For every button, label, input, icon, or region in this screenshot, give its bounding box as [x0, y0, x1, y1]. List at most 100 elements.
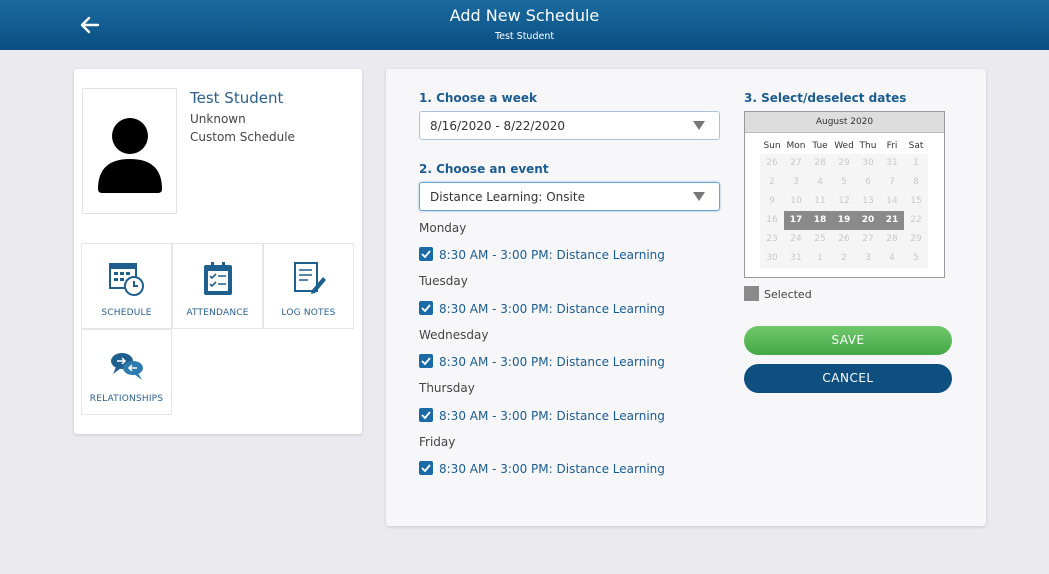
calendar-week-row: 26 27 28 29 30 31 1 — [760, 154, 928, 173]
weekday-label: Sat — [908, 141, 924, 151]
weekday-label: Fri — [886, 141, 898, 151]
calendar-day[interactable]: 30 — [760, 249, 784, 268]
calendar-day[interactable]: 13 — [856, 192, 880, 211]
calendar-day[interactable]: 10 — [784, 192, 808, 211]
week-section-label: 1. Choose a week — [419, 91, 538, 105]
tile-attendance[interactable]: ATTENDANCE — [172, 243, 263, 329]
calendar-month: August 2020 — [745, 112, 944, 133]
calendar-day[interactable]: 27 — [856, 230, 880, 249]
calendar-day[interactable]: 1 — [904, 154, 928, 173]
tile-log-notes[interactable]: LOG NOTES — [263, 243, 354, 329]
calendar-day[interactable]: 1 — [808, 249, 832, 268]
calendar-day[interactable]: 28 — [880, 230, 904, 249]
calendar-day[interactable]: 4 — [808, 173, 832, 192]
calendar-day[interactable]: 2 — [760, 173, 784, 192]
app-header: Add New Schedule Test Student — [0, 0, 1049, 50]
event-section-label: 2. Choose an event — [419, 162, 549, 176]
event-text: 8:30 AM - 3:00 PM: Distance Learning — [439, 462, 665, 476]
calendar-week-row: 23 24 25 26 27 28 29 — [760, 230, 928, 249]
tile-attendance-label: ATTENDANCE — [186, 308, 249, 318]
calendar-day[interactable]: 30 — [856, 154, 880, 173]
page-subtitle: Test Student — [494, 31, 555, 42]
week-select[interactable]: 8/16/2020 - 8/22/2020 — [419, 111, 720, 140]
calendar-day-selected[interactable]: 17 — [784, 211, 808, 230]
cancel-button[interactable]: CANCEL — [744, 364, 952, 393]
calendar-day[interactable]: 4 — [880, 249, 904, 268]
event-text: 8:30 AM - 3:00 PM: Distance Learning — [439, 248, 665, 262]
calendar-day-selected[interactable]: 20 — [856, 211, 880, 230]
calendar-day[interactable]: 25 — [808, 230, 832, 249]
calendar-day[interactable]: 23 — [760, 230, 784, 249]
tile-relationships[interactable]: RELATIONSHIPS — [81, 329, 172, 415]
calendar-weeks: 26 27 28 29 30 31 1 2 3 4 5 6 7 8 9 10 11 12 13 14 15 16 17 18 1… — [760, 154, 928, 268]
calendar-day[interactable]: 7 — [880, 173, 904, 192]
avatar — [82, 88, 177, 214]
legend-label: Selected — [764, 288, 812, 301]
event-text: 8:30 AM - 3:00 PM: Distance Learning — [439, 409, 665, 423]
calendar-day[interactable]: 22 — [904, 211, 928, 230]
day-label-thursday: Thursday — [419, 381, 475, 395]
calendar-day-selected[interactable]: 18 — [808, 211, 832, 230]
checkbox-checked-icon — [419, 301, 433, 315]
week-select-value: 8/16/2020 - 8/22/2020 — [430, 119, 566, 133]
student-card: Test Student Unknown Custom Schedule SCH… — [74, 69, 362, 434]
event-select-value: Distance Learning: Onsite — [430, 190, 585, 204]
calendar-day-selected[interactable]: 19 — [832, 211, 856, 230]
date-picker: August 2020 Sun Mon Tue Wed Thu Fri Sat 26 27 28… — [744, 111, 945, 278]
event-select[interactable]: Distance Learning: Onsite — [419, 182, 720, 211]
day-label-wednesday: Wednesday — [419, 328, 489, 342]
weekday-label: Tue — [812, 141, 828, 151]
weekday-label: Sun — [763, 141, 781, 151]
calendar-day[interactable]: 27 — [784, 154, 808, 173]
calendar-day[interactable]: 5 — [832, 173, 856, 192]
log-notes-icon — [264, 260, 353, 302]
calendar-day[interactable]: 15 — [904, 192, 928, 211]
page-title: Add New Schedule — [449, 6, 600, 25]
calendar-day[interactable]: 29 — [904, 230, 928, 249]
tile-schedule-label: SCHEDULE — [101, 308, 152, 318]
tile-relationships-label: RELATIONSHIPS — [89, 394, 164, 404]
calendar-grid: Sun Mon Tue Wed Thu Fri Sat 26 27 28 29 30 31 1 2 3 4 5 6… — [760, 138, 928, 268]
legend-swatch — [744, 286, 759, 301]
calendar-day[interactable]: 14 — [880, 192, 904, 211]
chevron-down-icon — [693, 121, 705, 130]
checkbox-checked-icon — [419, 354, 433, 368]
calendar-day[interactable]: 3 — [856, 249, 880, 268]
weekday-label: Mon — [786, 141, 806, 151]
checkbox-checked-icon — [419, 408, 433, 422]
calendar-day[interactable]: 16 — [760, 211, 784, 230]
calendar-day[interactable]: 2 — [832, 249, 856, 268]
calendar-day[interactable]: 11 — [808, 192, 832, 211]
calendar-day[interactable]: 26 — [760, 154, 784, 173]
calendar-day[interactable]: 31 — [784, 249, 808, 268]
calendar-day[interactable]: 6 — [856, 173, 880, 192]
calendar-day[interactable]: 26 — [832, 230, 856, 249]
save-button[interactable]: SAVE — [744, 326, 952, 355]
relationships-icon — [82, 350, 171, 386]
calendar-week-row: 2345678 — [760, 173, 928, 192]
calendar-week-row: 30 31 1 2 3 4 5 — [760, 249, 928, 268]
tile-log-notes-label: LOG NOTES — [281, 308, 336, 318]
calendar-day[interactable]: 29 — [832, 154, 856, 173]
calendar-day[interactable]: 8 — [904, 173, 928, 192]
dates-section-label: 3. Select/deselect dates — [744, 91, 907, 105]
day-label-friday: Friday — [419, 435, 456, 449]
calendar-day[interactable]: 24 — [784, 230, 808, 249]
calendar-day[interactable]: 28 — [808, 154, 832, 173]
tile-schedule[interactable]: SCHEDULE — [81, 243, 172, 329]
student-name: Test Student — [190, 89, 284, 107]
calendar-week-row: 16 17 18 19 20 21 22 — [760, 211, 928, 230]
schedule-form-card: 1. Choose a week 8/16/2020 - 8/22/2020 2… — [386, 69, 986, 526]
calendar-day[interactable]: 31 — [880, 154, 904, 173]
calendar-day[interactable]: 5 — [904, 249, 928, 268]
calendar-day-selected[interactable]: 21 — [880, 211, 904, 230]
calendar-day[interactable]: 9 — [760, 192, 784, 211]
day-label-tuesday: Tuesday — [419, 274, 468, 288]
attendance-icon — [173, 260, 262, 302]
checkbox-checked-icon — [419, 247, 433, 261]
calendar-day[interactable]: 12 — [832, 192, 856, 211]
weekday-label: Wed — [834, 141, 854, 151]
calendar-day[interactable]: 3 — [784, 173, 808, 192]
event-text: 8:30 AM - 3:00 PM: Distance Learning — [439, 355, 665, 369]
student-schedule-type: Custom Schedule — [190, 130, 295, 144]
